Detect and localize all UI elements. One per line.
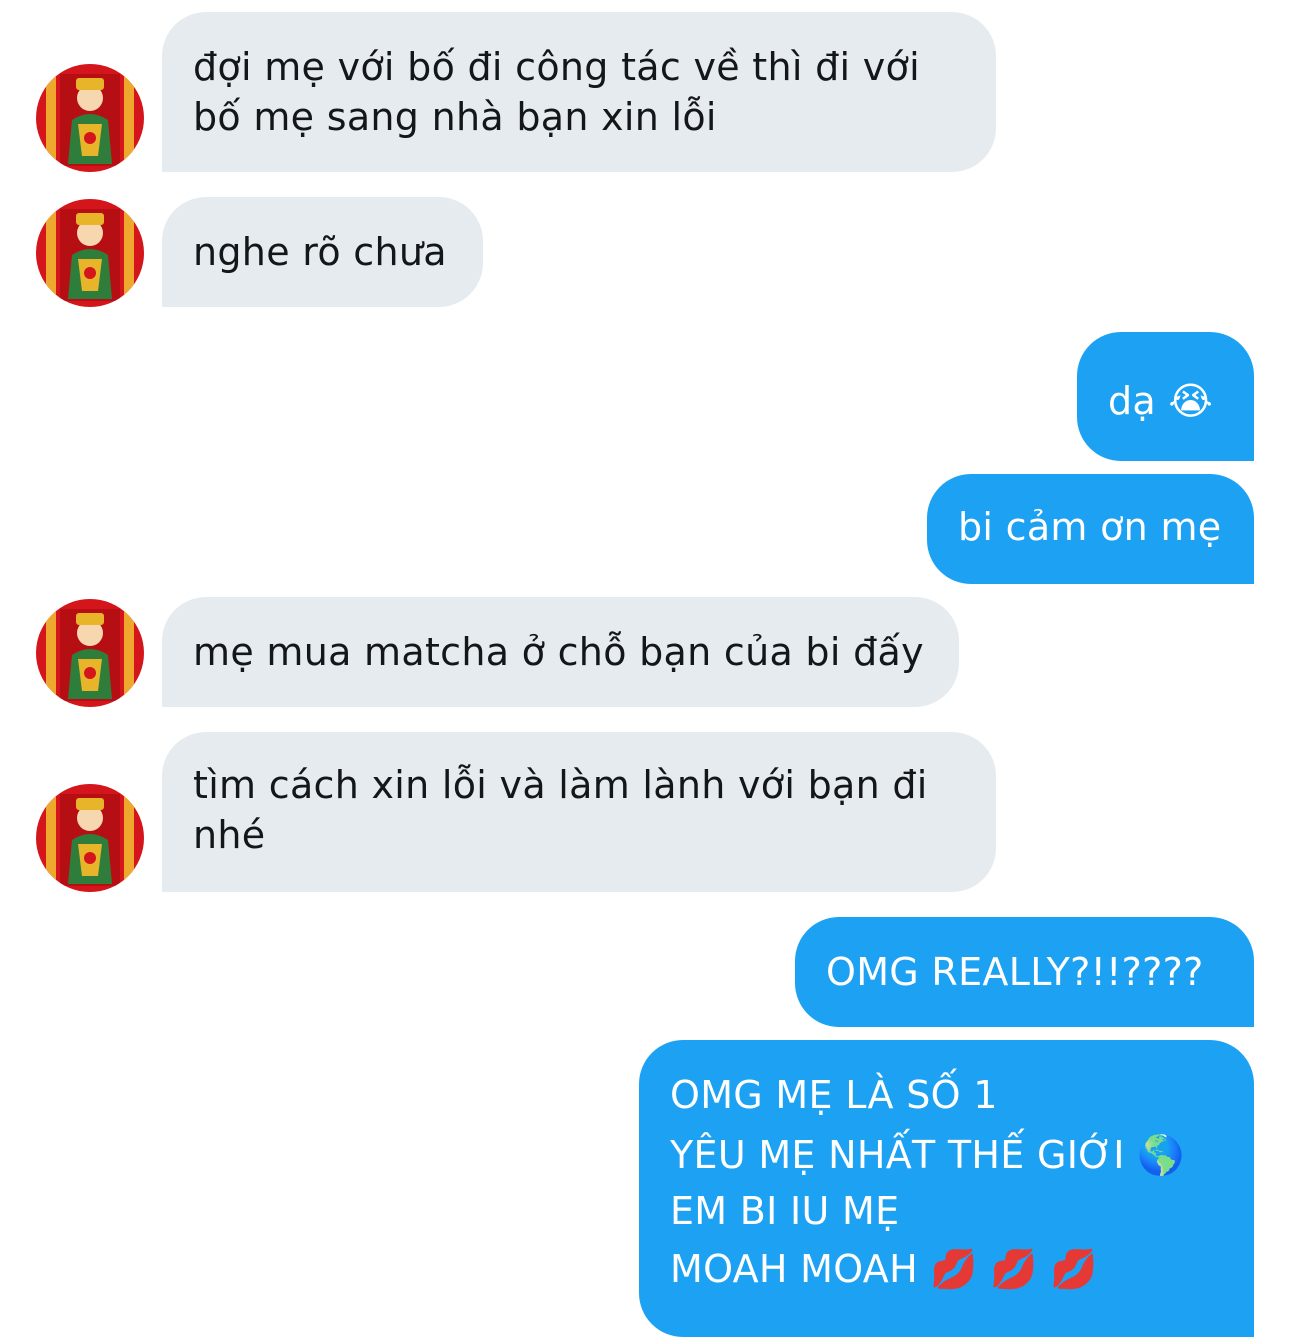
message-text-line: OMG MẸ LÀ SỐ 1 — [670, 1073, 998, 1117]
message-bubble-outgoing[interactable]: bi cảm ơn mẹ — [927, 474, 1254, 584]
god-of-wealth-avatar-icon — [36, 599, 144, 707]
message-text-line: EM BI IU MẸ — [670, 1189, 900, 1233]
message-text-line: nhé — [193, 813, 266, 857]
sender-avatar[interactable] — [36, 784, 144, 892]
message-text-line: nghe rõ chưa — [193, 230, 447, 274]
message-text-line: YÊU MẸ NHẤT THẾ GIỚI 🌎 — [670, 1133, 1185, 1177]
message-text-line: dạ 😭 — [1108, 379, 1214, 423]
message-bubble-outgoing[interactable]: OMG REALLY?!!???? — [795, 917, 1254, 1027]
message-text-line: bố mẹ sang nhà bạn xin lỗi — [193, 95, 717, 139]
message-bubble-incoming[interactable]: đợi mẹ với bố đi công tác về thì đi với … — [162, 12, 996, 172]
message-text-line: tìm cách xin lỗi và làm lành với bạn đi — [193, 763, 928, 807]
message-bubble-outgoing[interactable]: OMG MẸ LÀ SỐ 1 YÊU MẸ NHẤT THẾ GIỚI 🌎 EM… — [639, 1040, 1254, 1337]
message-bubble-outgoing[interactable]: dạ 😭 — [1077, 332, 1254, 461]
sender-avatar[interactable] — [36, 599, 144, 707]
message-text-line: MOAH MOAH 💋 💋 💋 — [670, 1247, 1098, 1291]
sender-avatar[interactable] — [36, 199, 144, 307]
message-text-line: đợi mẹ với bố đi công tác về thì đi với — [193, 45, 920, 89]
message-bubble-incoming[interactable]: mẹ mua matcha ở chỗ bạn của bi đấy — [162, 597, 959, 707]
god-of-wealth-avatar-icon — [36, 784, 144, 892]
god-of-wealth-avatar-icon — [36, 64, 144, 172]
message-text-line: bi cảm ơn mẹ — [958, 505, 1222, 549]
message-bubble-incoming[interactable]: nghe rõ chưa — [162, 197, 483, 307]
god-of-wealth-avatar-icon — [36, 199, 144, 307]
message-bubble-incoming[interactable]: tìm cách xin lỗi và làm lành với bạn đi … — [162, 732, 996, 892]
message-text-line: mẹ mua matcha ở chỗ bạn của bi đấy — [193, 630, 924, 674]
message-text-line: OMG REALLY?!!???? — [826, 950, 1204, 994]
sender-avatar[interactable] — [36, 64, 144, 172]
